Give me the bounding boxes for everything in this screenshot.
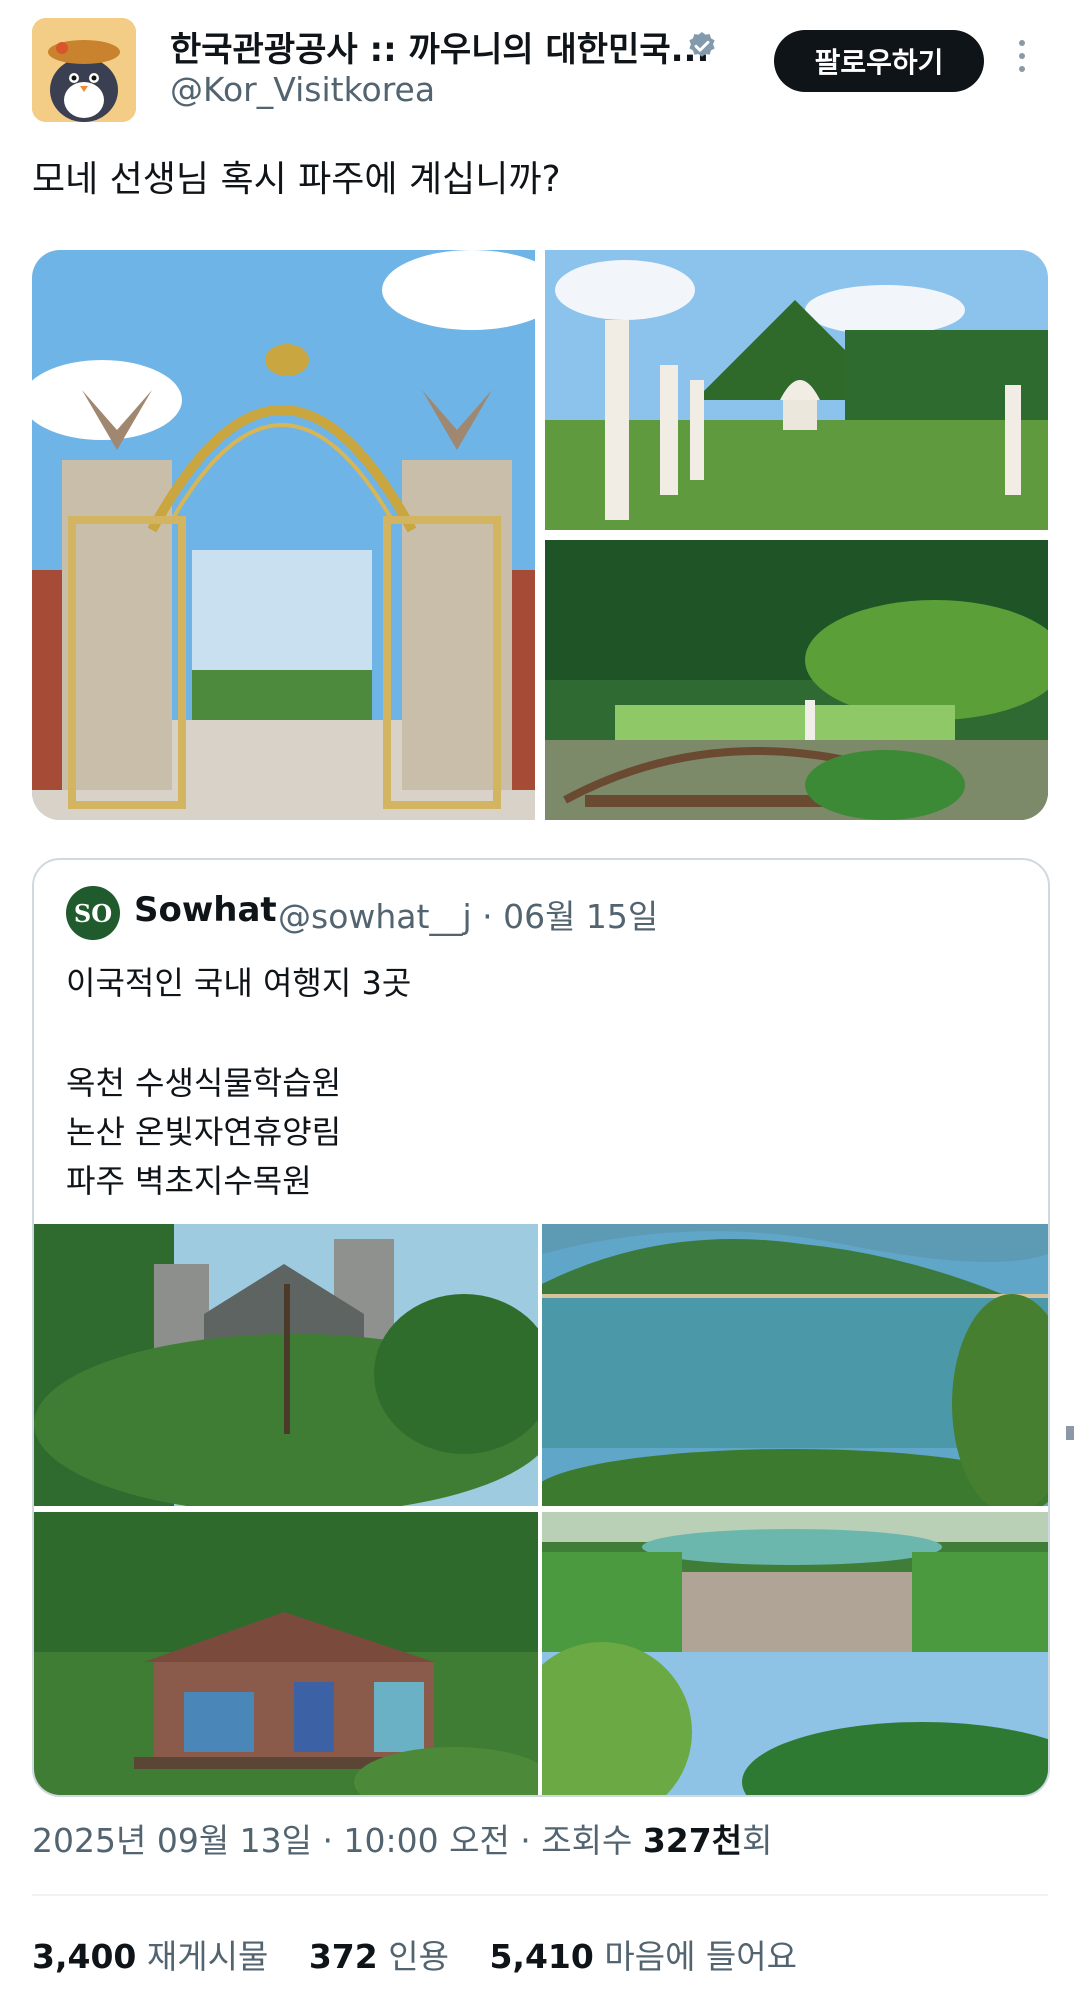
author-name[interactable]: 한국관광공사 :: 까우니의 대한민국... bbox=[170, 22, 709, 71]
author-avatar[interactable] bbox=[32, 18, 136, 122]
quoted-tweet[interactable]: SO Sowhat @sowhat__j · 06월 15일 이국적인 국내 여… bbox=[32, 858, 1050, 1797]
retweet-count[interactable]: 3,400 bbox=[32, 1937, 136, 1976]
photo-blue-house[interactable] bbox=[34, 1512, 538, 1795]
photo-formal-garden[interactable] bbox=[542, 1512, 1048, 1795]
tweet-text: 모네 선생님 혹시 파주에 계십니까? bbox=[32, 159, 561, 200]
author-handle[interactable]: @Kor_Visitkorea bbox=[170, 70, 435, 109]
quote-author-name[interactable]: Sowhat bbox=[134, 890, 277, 930]
verified-badge-icon bbox=[689, 32, 715, 57]
photo-white-columns-garden[interactable] bbox=[545, 250, 1048, 530]
quote-author-avatar[interactable]: SO bbox=[66, 886, 120, 940]
photo-lake[interactable] bbox=[542, 1224, 1048, 1506]
follow-button[interactable]: 팔로우하기 bbox=[774, 30, 984, 92]
like-count[interactable]: 5,410 bbox=[489, 1937, 593, 1976]
view-count-suffix: 회 bbox=[742, 1821, 773, 1860]
tweet-media-grid[interactable] bbox=[32, 250, 1048, 820]
divider bbox=[32, 1894, 1048, 1896]
more-options-icon[interactable] bbox=[1012, 40, 1032, 80]
quote-text-line: 이국적인 국내 여행지 3곳 bbox=[66, 964, 412, 1002]
retweet-label[interactable]: 재게시물 bbox=[147, 1937, 268, 1976]
photo-golden-gate[interactable] bbox=[32, 250, 535, 820]
scrollbar-thumb[interactable] bbox=[1066, 1426, 1074, 1440]
like-label[interactable]: 마음에 들어요 bbox=[604, 1937, 797, 1976]
tweet-metadata: 2025년 09월 13일 · 10:00 오전 · 조회수 327천회 bbox=[32, 1814, 772, 1862]
view-count: 327천 bbox=[642, 1821, 743, 1860]
quote-text-line: 논산 온빛자연휴양림 bbox=[66, 1113, 342, 1151]
photo-stone-castle[interactable] bbox=[34, 1224, 538, 1506]
quote-author-handle-date[interactable]: @sowhat__j · 06월 15일 bbox=[278, 890, 658, 938]
quote-label[interactable]: 인용 bbox=[388, 1937, 449, 1976]
quote-text-line: 옥천 수생식물학습원 bbox=[66, 1064, 342, 1102]
quote-count[interactable]: 372 bbox=[309, 1937, 378, 1976]
quote-text-line: 파주 벽초지수목원 bbox=[66, 1162, 312, 1200]
photo-bridge-pond[interactable] bbox=[545, 540, 1048, 820]
engagement-stats: 3,400 재게시물 372 인용 5,410 마음에 들어요 bbox=[32, 1930, 827, 1978]
quote-media-grid[interactable] bbox=[34, 1224, 1048, 1795]
tweet-timestamp[interactable]: 2025년 09월 13일 · 10:00 오전 · 조회수 bbox=[32, 1821, 643, 1860]
